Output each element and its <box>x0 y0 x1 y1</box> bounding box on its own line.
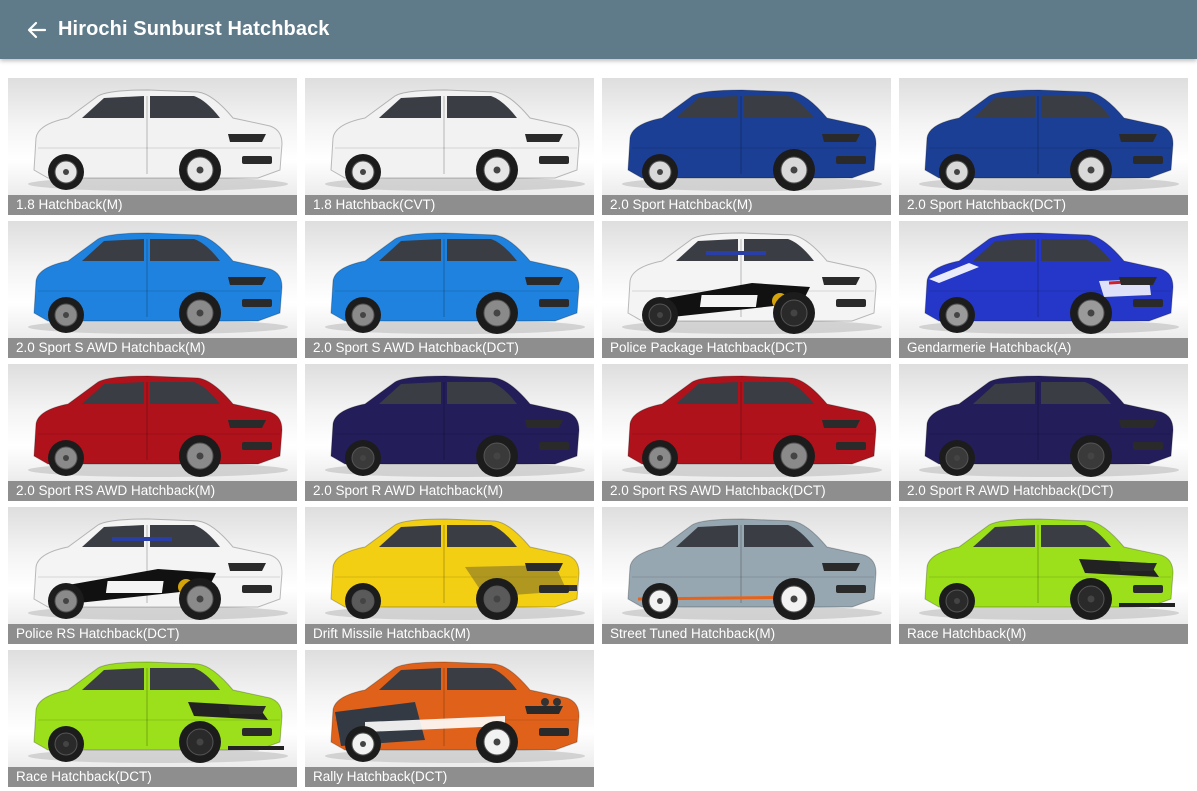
car-preview-image <box>899 78 1188 195</box>
config-label: Street Tuned Hatchback(M) <box>602 624 891 644</box>
config-label: Rally Hatchback(DCT) <box>305 767 594 787</box>
config-label: Police RS Hatchback(DCT) <box>8 624 297 644</box>
car-preview-image <box>8 78 297 195</box>
config-label: 1.8 Hatchback(CVT) <box>305 195 594 215</box>
config-tile[interactable]: Race Hatchback(M) <box>899 507 1188 644</box>
car-preview-image <box>305 78 594 195</box>
config-label: Race Hatchback(M) <box>899 624 1188 644</box>
car-preview-image <box>8 650 297 767</box>
config-tile[interactable]: Street Tuned Hatchback(M) <box>602 507 891 644</box>
config-tile[interactable]: 2.0 Sport S AWD Hatchback(DCT) <box>305 221 594 358</box>
car-preview-image <box>899 507 1188 624</box>
config-label: 2.0 Sport S AWD Hatchback(DCT) <box>305 338 594 358</box>
config-tile[interactable]: 1.8 Hatchback(CVT) <box>305 78 594 215</box>
config-label: Drift Missile Hatchback(M) <box>305 624 594 644</box>
config-tile[interactable]: 2.0 Sport RS AWD Hatchback(DCT) <box>602 364 891 501</box>
config-label: 2.0 Sport R AWD Hatchback(M) <box>305 481 594 501</box>
car-preview-image <box>8 221 297 338</box>
config-tile[interactable]: 2.0 Sport S AWD Hatchback(M) <box>8 221 297 358</box>
app-bar: Hirochi Sunburst Hatchback <box>0 0 1197 59</box>
config-label: 2.0 Sport RS AWD Hatchback(DCT) <box>602 481 891 501</box>
config-tile[interactable]: 2.0 Sport Hatchback(M) <box>602 78 891 215</box>
arrow-left-icon[interactable] <box>24 17 50 43</box>
car-preview-image <box>602 364 891 481</box>
page-title: Hirochi Sunburst Hatchback <box>58 18 330 40</box>
config-label: Race Hatchback(DCT) <box>8 767 297 787</box>
config-tile[interactable]: Rally Hatchback(DCT) <box>305 650 594 787</box>
config-label: 2.0 Sport R AWD Hatchback(DCT) <box>899 481 1188 501</box>
config-label: 1.8 Hatchback(M) <box>8 195 297 215</box>
config-label: 2.0 Sport Hatchback(DCT) <box>899 195 1188 215</box>
config-tile[interactable]: 2.0 Sport R AWD Hatchback(DCT) <box>899 364 1188 501</box>
car-preview-image <box>305 507 594 624</box>
config-tile[interactable]: 1.8 Hatchback(M) <box>8 78 297 215</box>
config-tile[interactable]: Gendarmerie Hatchback(A) <box>899 221 1188 358</box>
car-preview-image <box>305 650 594 767</box>
config-label: Gendarmerie Hatchback(A) <box>899 338 1188 358</box>
config-tile[interactable]: Police RS Hatchback(DCT) <box>8 507 297 644</box>
config-grid: 1.8 Hatchback(M) 1.8 Hatchback(CVT) 2.0 <box>8 78 1188 787</box>
car-preview-image <box>899 364 1188 481</box>
config-label: Police Package Hatchback(DCT) <box>602 338 891 358</box>
config-tile[interactable]: Race Hatchback(DCT) <box>8 650 297 787</box>
car-preview-image <box>899 221 1188 338</box>
config-tile[interactable]: 2.0 Sport RS AWD Hatchback(M) <box>8 364 297 501</box>
car-preview-image <box>602 507 891 624</box>
car-preview-image <box>8 507 297 624</box>
config-label: 2.0 Sport RS AWD Hatchback(M) <box>8 481 297 501</box>
car-preview-image <box>602 78 891 195</box>
config-tile[interactable]: 2.0 Sport R AWD Hatchback(M) <box>305 364 594 501</box>
car-preview-image <box>8 364 297 481</box>
config-label: 2.0 Sport Hatchback(M) <box>602 195 891 215</box>
car-preview-image <box>305 364 594 481</box>
config-label: 2.0 Sport S AWD Hatchback(M) <box>8 338 297 358</box>
config-tile[interactable]: Police Package Hatchback(DCT) <box>602 221 891 358</box>
config-tile[interactable]: Drift Missile Hatchback(M) <box>305 507 594 644</box>
car-preview-image <box>602 221 891 338</box>
car-preview-image <box>305 221 594 338</box>
config-tile[interactable]: 2.0 Sport Hatchback(DCT) <box>899 78 1188 215</box>
